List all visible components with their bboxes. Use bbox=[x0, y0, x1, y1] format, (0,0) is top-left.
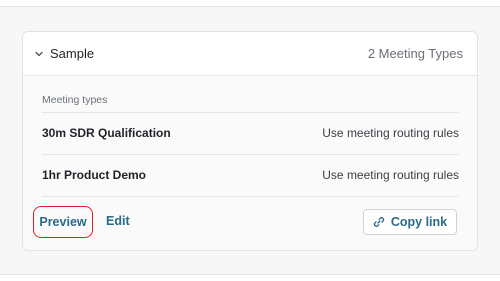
edit-button[interactable]: Edit bbox=[106, 214, 130, 228]
preview-button[interactable]: Preview bbox=[33, 206, 93, 238]
meeting-type-row[interactable]: 30m SDR Qualification Use meeting routin… bbox=[42, 112, 459, 153]
meeting-type-row[interactable]: 1hr Product Demo Use meeting routing rul… bbox=[42, 154, 459, 195]
previous-card-edge bbox=[0, 0, 500, 7]
meeting-type-routing: Use meeting routing rules bbox=[322, 168, 459, 182]
copy-link-button[interactable]: Copy link bbox=[363, 209, 457, 235]
row-divider bbox=[42, 196, 459, 197]
meeting-type-name: 1hr Product Demo bbox=[42, 168, 147, 182]
meeting-type-group-card: Sample 2 Meeting Types Meeting types 30m… bbox=[22, 31, 478, 251]
chevron-down-icon[interactable] bbox=[32, 47, 46, 61]
group-name: Sample bbox=[50, 46, 95, 61]
preview-label: Preview bbox=[39, 215, 87, 229]
meeting-type-count: 2 Meeting Types bbox=[367, 46, 463, 61]
group-body: Meeting types 30m SDR Qualification Use … bbox=[23, 76, 477, 250]
meeting-type-name: 30m SDR Qualification bbox=[42, 126, 171, 140]
meeting-type-routing: Use meeting routing rules bbox=[322, 126, 459, 140]
copy-link-label: Copy link bbox=[390, 215, 448, 229]
group-header[interactable]: Sample 2 Meeting Types bbox=[23, 32, 477, 76]
link-icon bbox=[373, 217, 384, 227]
section-label: Meeting types bbox=[42, 94, 108, 106]
